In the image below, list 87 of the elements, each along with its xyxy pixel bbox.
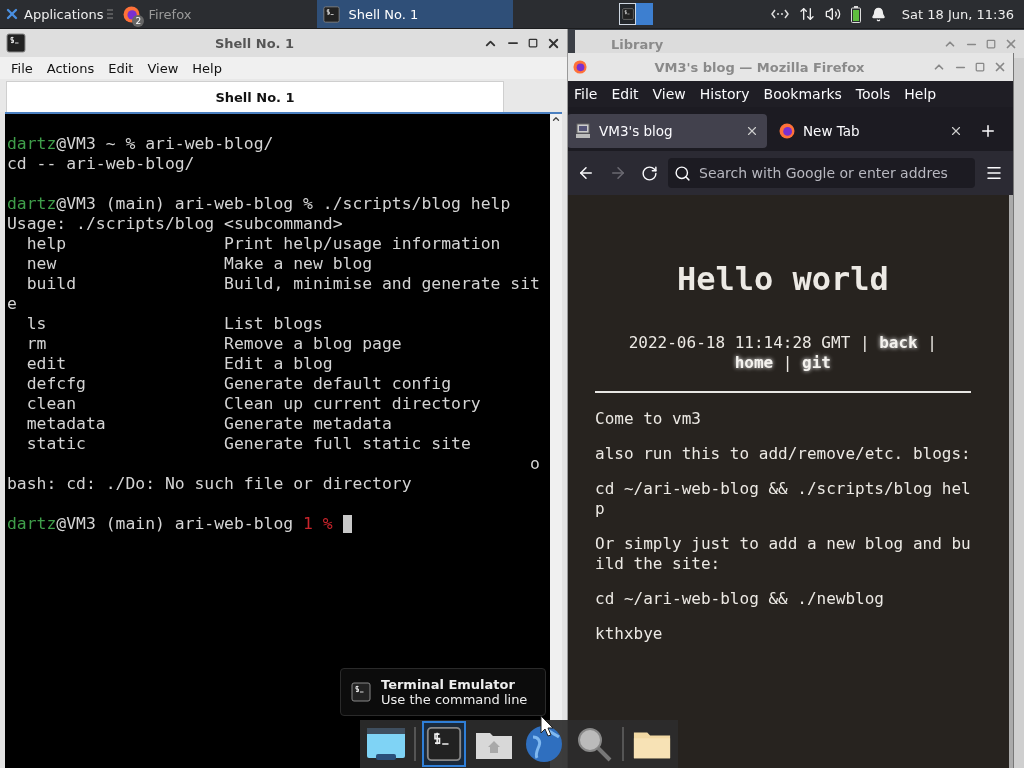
post-paragraph: Or simply just to add a new blog and build the site:	[595, 534, 971, 574]
close-tab-icon[interactable]	[745, 124, 759, 138]
dock-launcher[interactable]	[422, 721, 466, 767]
maximize-icon	[975, 62, 985, 72]
terminal-line: metadata Generate metadata	[25, 414, 392, 434]
window-title: Library	[610, 36, 665, 52]
menu-item[interactable]: Bookmarks	[756, 86, 849, 102]
menu-item[interactable]: Edit	[101, 60, 141, 76]
terminal-line: clean Clean up current directory	[25, 394, 481, 414]
browser-logo-icon	[573, 60, 587, 74]
scroll-up-icon	[551, 114, 561, 124]
terminal-tab[interactable]: Shell No. 1	[6, 81, 504, 112]
menu-item[interactable]: Help	[897, 86, 944, 102]
menu-item[interactable]: Edit	[604, 86, 646, 102]
post-paragraph: cd ~/ari-web-blog && ./scripts/blog help	[595, 479, 971, 519]
menu-item[interactable]: View	[645, 86, 693, 102]
app-menu-icon	[4, 6, 20, 22]
computer-icon	[575, 123, 591, 139]
volume-icon	[824, 6, 841, 22]
tooltip-title: Terminal Emulator	[381, 677, 516, 692]
menu-item[interactable]: File	[567, 86, 605, 102]
close-tab-icon[interactable]	[949, 124, 963, 138]
menu-icon	[985, 164, 1003, 182]
browser-logo-icon	[779, 123, 795, 139]
maximize-icon	[986, 39, 996, 49]
nav-link[interactable]: git	[802, 353, 831, 372]
terminal-line: ls List blogs	[25, 314, 323, 334]
menu-item[interactable]: History	[692, 86, 757, 102]
transfer-icon	[798, 6, 815, 22]
terminal-line: build Build, minimise and generate sit	[25, 274, 540, 294]
menu-item[interactable]: Help	[185, 60, 229, 76]
window-title: Shell No. 1	[213, 35, 296, 51]
window-title: VM3's blog — Mozilla Firefox	[653, 59, 866, 75]
terminal-line: help Print help/usage information	[25, 234, 501, 254]
post-meta: 2022-06-18 11:14:28 GMT | back | home | git	[627, 333, 938, 373]
search-icon	[674, 164, 691, 182]
terminal-icon	[323, 5, 341, 23]
maximize-icon	[528, 38, 538, 48]
browser-tab[interactable]: VM3's blog	[567, 114, 767, 148]
nav-link[interactable]: home	[734, 353, 774, 372]
tooltip-subtitle: Use the command line	[381, 692, 528, 707]
menu-item[interactable]: Tools	[848, 86, 898, 102]
globe-icon	[525, 725, 563, 763]
menu-item[interactable]: File	[4, 60, 40, 76]
post-paragraph: Come to vm3	[595, 409, 702, 429]
battery-icon	[850, 5, 861, 23]
address-bar[interactable]: Search with Google or enter addres	[668, 158, 975, 188]
terminal-line: edit Edit a blog	[25, 354, 333, 374]
clock[interactable]: Sat 18 Jun, 11:36	[901, 6, 1014, 22]
window-thumbnail-icon	[621, 8, 634, 20]
terminal-line: Usage: ./scripts/blog <subcommand>	[7, 214, 343, 234]
nav-link[interactable]: back	[879, 333, 918, 352]
post-paragraph: cd ~/ari-web-blog && ./newblog	[595, 589, 885, 609]
close-icon	[993, 60, 1007, 74]
plus-icon	[979, 122, 997, 140]
browser-tab[interactable]: New Tab	[771, 114, 971, 148]
terminal-line: e	[7, 294, 17, 314]
notification-bell-icon	[870, 6, 886, 22]
terminal-line: cd -- ari-web-blog/	[7, 154, 195, 174]
terminal-icon	[6, 33, 26, 53]
post-paragraph: kthxbye	[595, 624, 664, 644]
post-title: Hello world	[675, 259, 890, 299]
terminal-line: dartz@VM3 ~ % ari-web-blog/	[7, 134, 274, 154]
taskbar-button[interactable]: 2 Firefox	[117, 0, 314, 28]
menu-item[interactable]: View	[140, 60, 186, 76]
terminal-line: defcfg Generate default config	[25, 374, 452, 394]
terminal-line: dartz@VM3 (main) ari-web-blog % ./scripts/blog help	[7, 194, 511, 214]
terminal-line: bash: cd: ./Do: No such file or directory	[7, 474, 412, 494]
terminal-icon	[426, 726, 462, 762]
taskbar-button[interactable]: Shell No. 1	[317, 0, 514, 28]
terminal-line: rm Remove a blog page	[25, 334, 402, 354]
close-icon	[1004, 37, 1018, 51]
reload-icon	[641, 164, 658, 182]
panel-handle-icon	[107, 8, 114, 20]
terminal-icon	[351, 682, 371, 702]
applications-menu[interactable]: Applications	[0, 0, 108, 28]
terminal-line: dartz@VM3 (main) ari-web-blog 1 %	[7, 514, 333, 534]
network-icon	[770, 9, 789, 19]
terminal-line: o	[529, 454, 540, 474]
desktop-icon	[366, 726, 406, 762]
terminal-line: static Generate full static site	[25, 434, 471, 454]
maximize-button[interactable]	[528, 38, 538, 48]
magnifier-icon	[575, 725, 613, 763]
arrow-right-icon	[609, 164, 627, 182]
menu-item[interactable]: Actions	[39, 60, 102, 76]
terminal-line: new Make a new blog	[25, 254, 373, 274]
post-paragraph: also run this to add/remove/etc. blogs:	[595, 444, 971, 464]
